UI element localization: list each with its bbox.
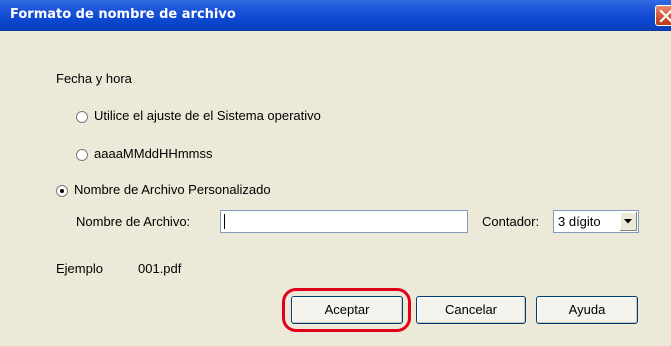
filename-input[interactable]: [220, 210, 468, 233]
radio-custom-name[interactable]: [56, 185, 68, 197]
window-title: Formato de nombre de archivo: [10, 7, 236, 22]
radio-date-format-label[interactable]: aaaaMMddHHmmss: [94, 146, 212, 161]
radio-custom-name-label[interactable]: Nombre de Archivo Personalizado: [74, 182, 271, 197]
example-label: Ejemplo: [56, 261, 103, 276]
close-icon: [659, 9, 671, 23]
counter-value: 3 dígito: [558, 214, 601, 229]
example-value: 001.pdf: [138, 261, 182, 276]
text-caret: [224, 214, 225, 229]
counter-label: Contador:: [482, 214, 540, 229]
filename-label: Nombre de Archivo:: [76, 214, 191, 229]
dialog-window: Formato de nombre de archivo Fecha y hor…: [0, 0, 671, 346]
close-button[interactable]: [655, 5, 671, 26]
cancel-button[interactable]: Cancelar: [416, 296, 526, 324]
accept-highlight-annotation: [282, 288, 411, 332]
radio-os-setting[interactable]: [76, 111, 88, 123]
chevron-down-icon: [624, 219, 632, 224]
counter-select[interactable]: 3 dígito: [553, 210, 639, 233]
radio-os-setting-label[interactable]: Utilice el ajuste de el Sistema operativ…: [94, 108, 321, 123]
help-button[interactable]: Ayuda: [536, 296, 638, 324]
title-bar[interactable]: Formato de nombre de archivo: [0, 0, 671, 31]
fecha-hora-label: Fecha y hora: [56, 71, 132, 86]
radio-selected-dot: [60, 189, 64, 193]
radio-date-format[interactable]: [76, 149, 88, 161]
counter-dropdown-button[interactable]: [619, 212, 637, 231]
